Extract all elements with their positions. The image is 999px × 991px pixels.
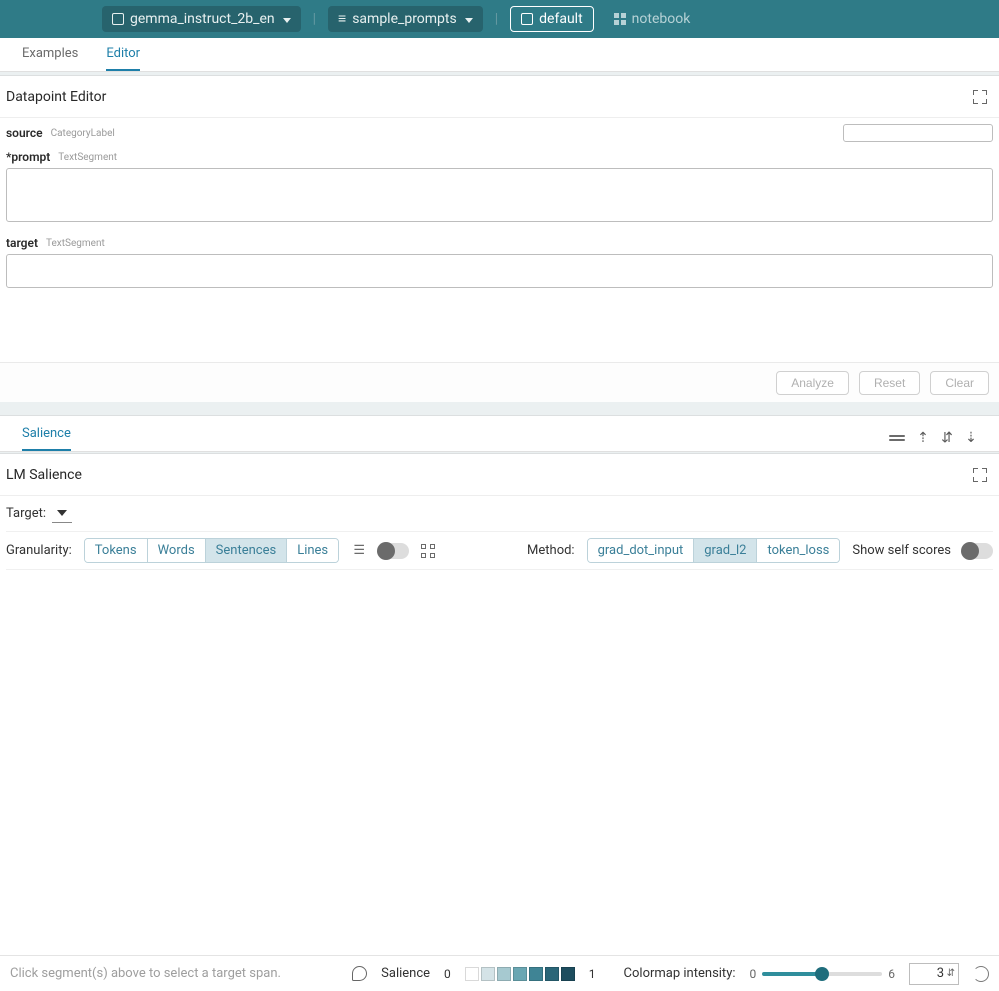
field-target-label: target [6,236,38,250]
tab-salience[interactable]: Salience [22,426,71,451]
salience-color-scale [465,967,575,981]
field-prompt-label: *prompt [6,150,50,164]
scale-max: 1 [589,967,596,981]
hint-text: Click segment(s) above to select a targe… [10,966,281,981]
swatch [561,967,575,981]
swatch [465,967,479,981]
collapse-up-icon[interactable]: ⇡ [917,431,929,445]
granularity-label: Granularity: [6,543,72,558]
bottom-bar: Click segment(s) above to select a targe… [0,955,999,991]
swatch [545,967,559,981]
field-target-row: target TextSegment [6,236,993,250]
model-selector[interactable]: gemma_instruct_2b_en [102,6,301,32]
show-self-scores-toggle[interactable] [963,543,993,559]
collapse-down-icon[interactable]: ⇣ [965,431,977,445]
colormap-intensity-label: Colormap intensity: [624,966,736,981]
layout-icon [521,13,533,25]
lm-salience-header: LM Salience [0,454,999,496]
field-prompt-type: TextSegment [58,152,117,163]
salience-scale-label: Salience [381,966,430,981]
editor-tabs: Examples Editor [0,38,999,72]
field-source-row: source CategoryLabel [6,124,993,142]
source-input[interactable] [843,124,993,142]
field-target-type: TextSegment [46,238,105,249]
editor-action-row: Analyze Reset Clear [0,362,999,402]
datapoint-editor-body: source CategoryLabel *prompt TextSegment… [0,118,999,362]
colormap-slider-wrap: 0 6 [750,967,896,981]
layout-notebook-button[interactable]: notebook [604,6,701,32]
refresh-icon[interactable] [973,966,989,982]
list-icon [338,11,346,27]
analyze-button[interactable]: Analyze [776,371,849,395]
granularity-segmented: Tokens Words Sentences Lines [84,538,339,563]
colormap-slider[interactable] [762,972,882,976]
layout-default-button[interactable]: default [510,6,594,32]
model-icon [112,13,124,25]
reset-button[interactable]: Reset [859,371,920,395]
colormap-min: 0 [750,967,757,981]
target-dropdown[interactable] [52,505,72,523]
lm-salience-title: LM Salience [6,467,82,483]
field-source-type: CategoryLabel [51,128,115,139]
method-grad-dot-input[interactable]: grad_dot_input [588,539,694,562]
tab-editor[interactable]: Editor [106,46,140,71]
target-textarea[interactable] [6,254,993,288]
salience-body: Target: Granularity: Tokens Words Senten… [0,496,999,570]
density-icon[interactable]: ☰ [351,543,367,559]
center-icon[interactable]: ⇵ [941,431,953,445]
salience-control-row: Granularity: Tokens Words Sentences Line… [6,532,993,570]
method-grad-l2[interactable]: grad_l2 [693,539,756,562]
layout-default-label: default [539,11,583,27]
granularity-words[interactable]: Words [147,539,205,562]
field-source-label: source [6,126,43,140]
datapoint-editor-header: Datapoint Editor [0,76,999,118]
divider [0,402,999,416]
top-bar: gemma_instruct_2b_en | sample_prompts | … [0,0,999,38]
swatch [481,967,495,981]
granularity-lines[interactable]: Lines [286,539,338,562]
salience-target-row: Target: [6,496,993,532]
salience-target-label: Target: [6,506,46,521]
field-prompt-row: *prompt TextSegment [6,150,993,164]
method-label: Method: [527,543,575,558]
scale-min: 0 [444,967,451,981]
tab-examples[interactable]: Examples [22,46,78,71]
dataset-name: sample_prompts [352,11,457,27]
separator: | [311,11,318,27]
chevron-down-icon [281,11,291,27]
clear-button[interactable]: Clear [930,371,989,395]
separator: | [493,11,500,27]
colormap-value-input[interactable]: 3 [909,963,959,985]
swatch [497,967,511,981]
layout-notebook-label: notebook [632,11,691,27]
swatch [513,967,527,981]
drag-handle-icon[interactable] [889,433,905,443]
granularity-tokens[interactable]: Tokens [85,539,147,562]
method-segmented: grad_dot_input grad_l2 token_loss [587,538,841,563]
swatch [529,967,543,981]
colormap-max: 6 [888,967,895,981]
palette-icon [352,966,367,981]
density-toggle[interactable] [379,543,409,559]
grid-icon [614,13,626,25]
fullscreen-icon[interactable] [973,90,987,104]
dataset-selector[interactable]: sample_prompts [328,6,483,32]
salience-tabs: Salience ⇡ ⇵ ⇣ [0,416,999,452]
chevron-down-icon [463,11,473,27]
show-self-scores-label: Show self scores [852,543,951,558]
method-token-loss[interactable]: token_loss [756,539,839,562]
fullscreen-icon[interactable] [973,468,987,482]
panel-title: Datapoint Editor [6,89,106,105]
grid-view-icon[interactable] [421,544,435,558]
prompt-textarea[interactable] [6,168,993,222]
granularity-sentences[interactable]: Sentences [205,539,287,562]
model-name: gemma_instruct_2b_en [130,11,275,27]
